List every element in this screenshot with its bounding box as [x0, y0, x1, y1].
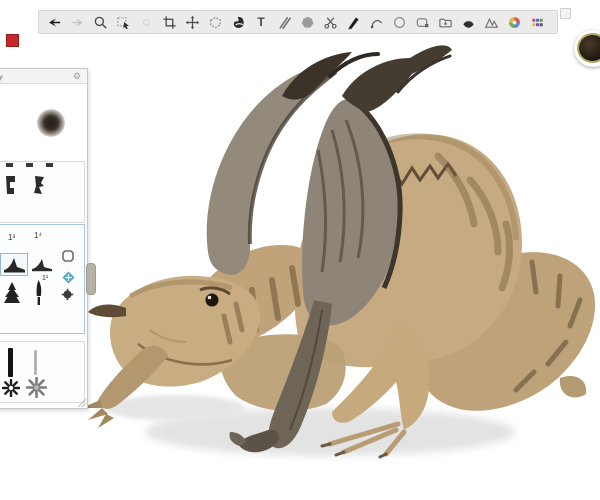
gear-icon[interactable]: ⚙: [73, 70, 81, 82]
brush-size-label: 1⁴: [34, 231, 42, 240]
fill-icon[interactable]: [227, 12, 249, 32]
brush-icon[interactable]: [342, 12, 364, 32]
stamp-brush-icon[interactable]: [31, 174, 47, 196]
text-icon[interactable]: T: [250, 12, 272, 32]
color-wheel-icon[interactable]: [503, 12, 525, 32]
polygon-select-icon[interactable]: [204, 12, 226, 32]
brush-group-3: [0, 341, 85, 403]
library-panel-header[interactable]: Library ⚙: [0, 69, 87, 84]
gear-dot-icon[interactable]: [61, 288, 74, 301]
flat-brush-icon[interactable]: [30, 256, 54, 273]
stamp-brush-icon[interactable]: [3, 174, 19, 196]
fan-brush-icon[interactable]: [2, 281, 22, 305]
sampler-circle-icon[interactable]: [135, 12, 157, 32]
diamond-arrows-icon[interactable]: [62, 271, 75, 284]
starburst-brush-icon[interactable]: [26, 377, 47, 398]
brush-group-2: 1³ 1⁴: [0, 224, 85, 334]
redo-icon[interactable]: [66, 12, 88, 32]
panel-drag-handle[interactable]: [86, 263, 96, 295]
library-panel: Library ⚙ 1³ 1⁴: [0, 68, 88, 409]
panel-resize-grip[interactable]: [76, 397, 86, 407]
ellipse-icon[interactable]: [388, 12, 410, 32]
smudge-icon[interactable]: [457, 12, 479, 32]
crop-icon[interactable]: [158, 12, 180, 32]
dragon-image: [0, 0, 600, 500]
flat-brush-icon-selected[interactable]: [0, 253, 28, 276]
shape-edit-icon[interactable]: [411, 12, 433, 32]
transform-icon[interactable]: [181, 12, 203, 32]
curve-icon[interactable]: [365, 12, 387, 32]
brush-size-label: 1¹: [42, 275, 48, 282]
scissors-icon[interactable]: [319, 12, 341, 32]
undo-icon[interactable]: [43, 12, 65, 32]
library-panel-title: Library: [0, 72, 3, 81]
knife-brush-icon[interactable]: [32, 279, 46, 307]
import-icon[interactable]: [434, 12, 456, 32]
starburst-brush-icon[interactable]: [2, 379, 20, 397]
toolbar: T: [38, 10, 558, 34]
shape-icon[interactable]: [296, 12, 318, 32]
liner-brush-icon[interactable]: [8, 348, 13, 377]
palette-icon[interactable]: [526, 12, 548, 32]
liner-brush-icon[interactable]: [34, 350, 37, 375]
eraser-icon[interactable]: [273, 12, 295, 32]
zoom-icon[interactable]: [89, 12, 111, 32]
current-color-swatch: [577, 33, 600, 63]
brush-preview-dot: [37, 109, 65, 137]
color-swatch-red[interactable]: [6, 34, 19, 47]
clipped-brush-row: [2, 159, 62, 167]
toolbar-overflow-icon[interactable]: [560, 8, 571, 19]
ring-icon[interactable]: [61, 249, 75, 263]
mountain-icon[interactable]: [480, 12, 502, 32]
brush-size-label: 1³: [8, 233, 15, 242]
drawing-canvas[interactable]: [0, 0, 600, 500]
app-window: T Library ⚙ 1³ 1⁴: [0, 0, 600, 500]
brush-group-1: [0, 161, 85, 223]
select-cursor-icon[interactable]: [112, 12, 134, 32]
